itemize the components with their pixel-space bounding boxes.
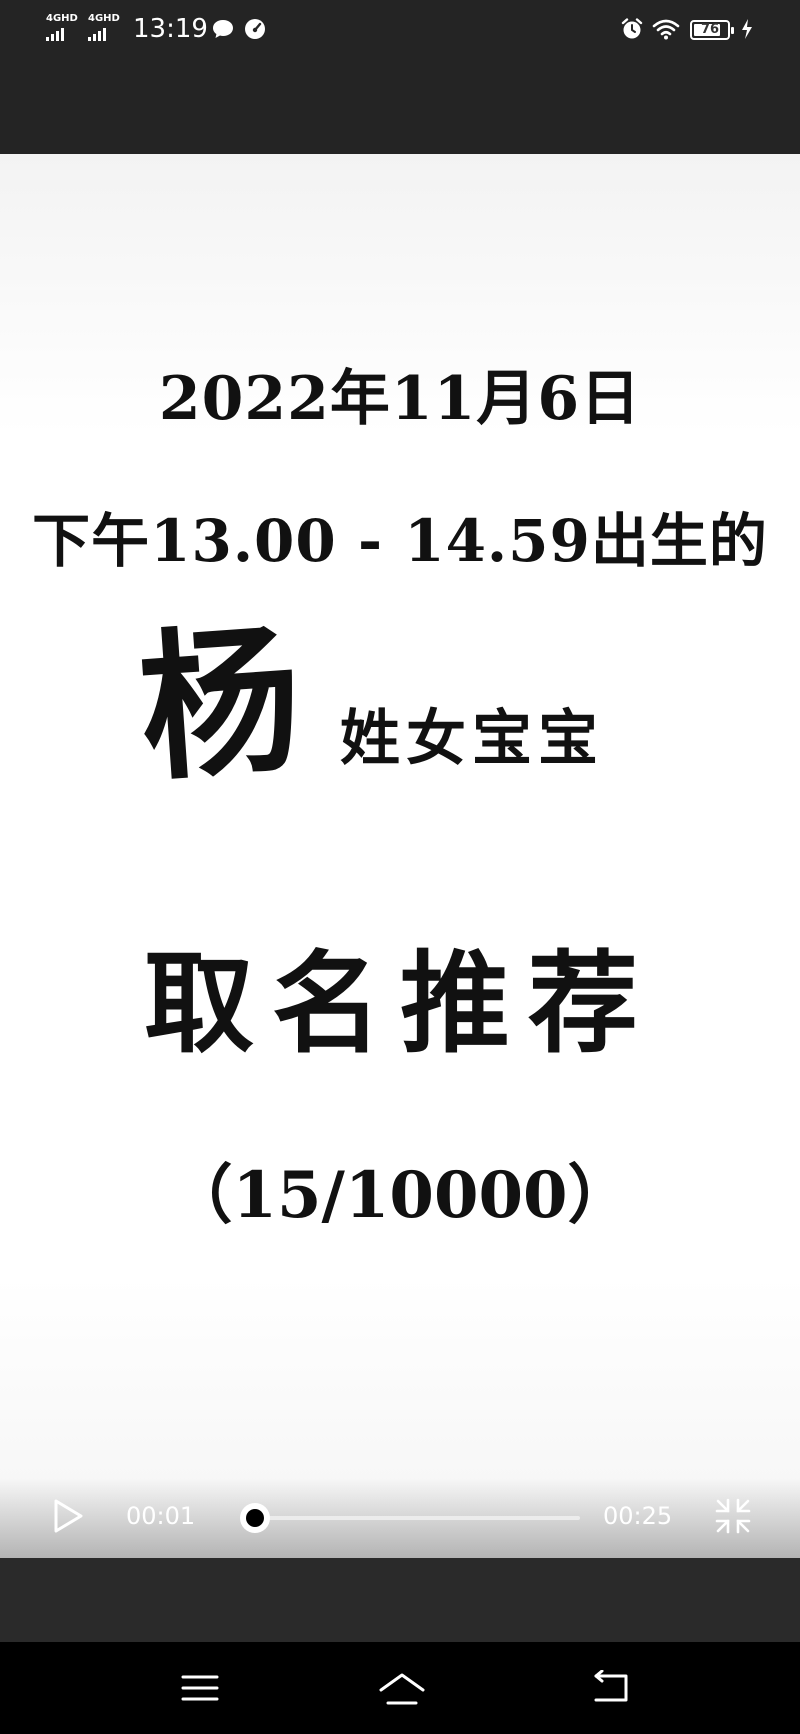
seek-thumb[interactable] — [240, 1503, 270, 1533]
play-icon[interactable] — [52, 1498, 84, 1534]
battery-indicator: 76 — [690, 20, 734, 40]
surname-character: 杨 — [133, 604, 307, 804]
signal-bars-icon — [88, 28, 120, 41]
navigation-bar — [0, 1642, 800, 1734]
speedometer-icon — [245, 19, 265, 39]
headline: 取名推荐 — [144, 939, 656, 1068]
video-frame[interactable]: 2022年11月6日 下午13.00 - 14.59出生的 杨 姓女宝宝 取名推… — [0, 154, 800, 1558]
seek-bar[interactable] — [255, 1516, 580, 1520]
date-line: 2022年11月6日 — [158, 364, 642, 434]
wifi-icon — [652, 19, 680, 40]
surname-line: 杨 姓女宝宝 — [0, 605, 800, 804]
network-type-1: 4GHD — [46, 13, 78, 24]
battery-percent: 76 — [700, 22, 720, 37]
status-bar: 4GHD 4GHD 13:19 76 — [0, 0, 800, 154]
time-range-line: 下午13.00 - 14.59出生的 — [32, 507, 768, 575]
home-icon[interactable] — [378, 1670, 426, 1706]
current-time: 00:01 — [126, 1502, 196, 1530]
menu-icon[interactable] — [178, 1670, 222, 1706]
counter-line: （15/10000） — [168, 1158, 632, 1233]
clock: 13:19 — [133, 14, 208, 44]
surname-subtitle: 姓女宝宝 — [340, 704, 604, 774]
charging-icon — [742, 19, 752, 39]
alarm-icon — [621, 18, 643, 39]
chat-bubble-icon — [213, 20, 233, 38]
signal-indicator-2: 4GHD — [88, 14, 120, 41]
back-icon[interactable] — [588, 1670, 632, 1706]
player-controls: 00:01 00:25 — [0, 1478, 800, 1558]
player-bottom-band — [0, 1558, 800, 1642]
signal-indicator-1: 4GHD — [46, 14, 78, 41]
duration: 00:25 — [603, 1502, 673, 1530]
network-type-2: 4GHD — [88, 13, 120, 24]
exit-fullscreen-icon[interactable] — [715, 1498, 751, 1534]
signal-bars-icon — [46, 28, 78, 41]
